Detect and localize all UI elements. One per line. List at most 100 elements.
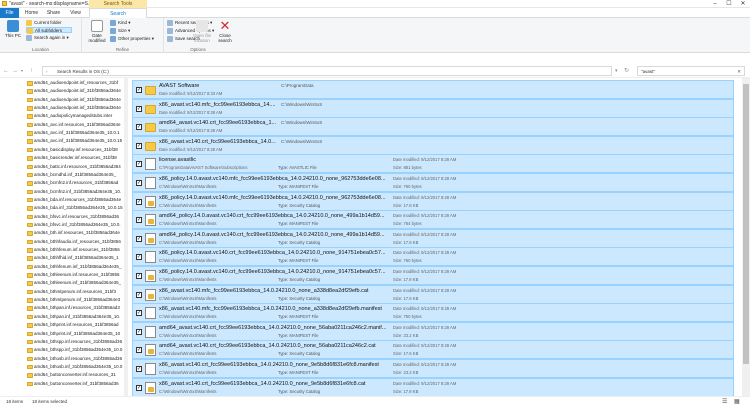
nav-folder-item[interactable]: amd64_bthspp.inf.resources_31bf3856ad36 bbox=[26, 338, 124, 346]
nav-folder-item[interactable]: amd64_bfsvc.inf.resources_31bf3856ad36 bbox=[26, 213, 124, 221]
nav-folder-item[interactable]: amd64_bthmtpenum.inf_31bf3856ad364e3 bbox=[26, 296, 124, 304]
close-search-button[interactable]: ✕ Close search bbox=[214, 19, 236, 44]
nav-folder-item[interactable]: amd64_bthpan.inf.resources_31bf3856ad3 bbox=[26, 304, 124, 312]
nav-folder-item[interactable]: amd64_bth.inf.resources_31bf3856ad364e bbox=[26, 229, 124, 237]
nav-folder-item[interactable]: amd64_avc.inf_31bf3856ad364e35_10.0.15 bbox=[26, 137, 124, 145]
result-row[interactable]: ✓ x86_avast.vc140.mfc_fcc99ee6193ebbca_14… bbox=[132, 98, 734, 118]
nav-folder-item[interactable]: amd64_basicrender.inf.resources_31bf38 bbox=[26, 154, 124, 162]
address-dropdown-icon[interactable]: ▾ bbox=[615, 67, 618, 75]
nav-folder-item[interactable]: amd64_bthusb.inf_31bf3856ad364e35_10.0 bbox=[26, 363, 124, 371]
up-icon[interactable]: ↑ bbox=[30, 67, 33, 75]
result-row[interactable]: ✓ x86_policy.14.0.avast.vc140.crt_fcc99ee… bbox=[132, 247, 734, 267]
row-checkbox[interactable]: ✓ bbox=[136, 366, 142, 372]
result-name: x86_avast.vc140.crt_fcc99ee6193ebbca_14.… bbox=[159, 380, 366, 387]
row-checkbox[interactable]: ✓ bbox=[136, 291, 142, 298]
nav-folder-item[interactable]: amd64_bcmfn2.inf_31bf3856ad364e35_10. bbox=[26, 188, 124, 196]
nav-folder-item[interactable]: amd64_bthpan.inf_31bf3856ad364e35_10. bbox=[26, 313, 124, 321]
results-scrollbar-thumb[interactable] bbox=[743, 84, 749, 364]
result-row[interactable]: ✓ x86_policy.14.0.avast.vc140.mfc_fcc99ee… bbox=[132, 191, 734, 211]
row-checkbox[interactable]: ✓ bbox=[136, 310, 142, 317]
nav-folder-item[interactable]: amd64_buttonconverter.inf_31bf3856ad36 bbox=[26, 380, 124, 388]
maximize-button[interactable]: ☐ bbox=[722, 0, 736, 8]
search-input[interactable]: "avast" ✕ bbox=[637, 66, 745, 76]
open-file-location-button[interactable]: Open file location bbox=[190, 20, 214, 44]
nav-folder-item[interactable]: amd64_bthhfenum.inf_31bf3856ad364e35_ bbox=[26, 263, 124, 271]
nav-folder-item[interactable]: amd64_bthhfenum.inf.resources_31bf3856 bbox=[26, 246, 124, 254]
row-checkbox[interactable]: ✓ bbox=[136, 384, 142, 391]
row-checkbox[interactable]: ✓ bbox=[136, 87, 142, 93]
tab-share[interactable]: Share bbox=[44, 8, 63, 18]
size-dropdown[interactable]: Size ▾ bbox=[110, 28, 130, 34]
nav-folder-item[interactable]: amd64_avc.inf.resources_31bf3856ad364e bbox=[26, 121, 124, 129]
result-row[interactable]: ✓ x86_policy.14.0.avast.vc140.mfc_fcc99ee… bbox=[132, 173, 734, 192]
nav-folder-item[interactable]: amd64_audioendpoint.inf_31bf3856ad364e bbox=[26, 87, 124, 95]
refresh-icon[interactable]: ↻ bbox=[624, 67, 629, 75]
row-checkbox[interactable]: ✓ bbox=[136, 328, 142, 335]
nav-folder-item[interactable]: amd64_bthhfhid.inf_31bf3856ad364e35_1 bbox=[26, 254, 124, 262]
clear-search-icon[interactable]: ✕ bbox=[737, 67, 741, 76]
minimize-button[interactable]: – bbox=[708, 0, 722, 8]
result-row[interactable]: ✓ amd64_avast.vc140.crt_fcc99ee6193ebbca_… bbox=[132, 117, 734, 137]
date-modified-dropdown[interactable]: Date modified bbox=[86, 20, 108, 44]
result-row[interactable]: ✓ amd64_avast.vc140.crt_fcc99ee6193ebbca_… bbox=[132, 340, 734, 360]
row-checkbox[interactable]: ✓ bbox=[136, 347, 142, 354]
nav-folder-item[interactable]: amd64_bthhfaudio.inf_resources_31bf3856 bbox=[26, 238, 124, 246]
tab-file[interactable]: File bbox=[0, 8, 19, 18]
forward-icon[interactable]: → bbox=[12, 67, 18, 75]
nav-folder-item[interactable]: amd64_bfsvc.inf_31bf3856ad364e35_10.0. bbox=[26, 221, 124, 229]
result-row[interactable]: ✓ x86_avast.vc140.mfc_fcc99ee6193ebbca_14… bbox=[132, 284, 734, 304]
row-checkbox[interactable]: ✓ bbox=[136, 105, 142, 112]
address-bar[interactable]: › Search Results in OS (C:) bbox=[42, 66, 612, 76]
result-name: license.avastlic bbox=[159, 157, 196, 164]
nav-folder-item[interactable]: amd64_buttonconverter.inf.resources_31 bbox=[26, 371, 124, 379]
nav-folder-item[interactable]: amd64_audioendpoint.inf_31bf3856ad364e bbox=[26, 104, 124, 112]
nav-folder-item[interactable]: amd64_bcmdhd.inf_31bf3856ad364e35_ bbox=[26, 171, 124, 179]
result-row[interactable]: ✓ amd64_avast.vc140.crt_fcc99ee6193ebbca_… bbox=[132, 321, 734, 341]
result-row[interactable]: ✓ amd64_policy.14.0.avast.vc140.crt_fcc99… bbox=[132, 210, 734, 230]
nav-folder-item[interactable]: amd64_battc.inf.resources_31bf3856ad364 bbox=[26, 163, 124, 171]
back-icon[interactable]: ← bbox=[3, 67, 9, 75]
all-subfolders-button[interactable]: All subfolders bbox=[26, 27, 72, 34]
search-again-dropdown[interactable]: Search again in ▾ bbox=[26, 35, 69, 41]
result-row[interactable]: ✓ x86_avast.vc140.crt_fcc99ee6193ebbca_14… bbox=[132, 135, 734, 155]
close-button[interactable]: ✕ bbox=[736, 0, 750, 8]
this-pc-button[interactable]: This PC bbox=[2, 20, 24, 44]
row-checkbox[interactable]: ✓ bbox=[136, 142, 142, 149]
nav-folder-item[interactable]: amd64_bda.inf.resources_31bf3856ad364e bbox=[26, 196, 124, 204]
nav-folder-item[interactable]: amd64_bthprint.inf_31bf3856ad364e35_10 bbox=[26, 330, 124, 338]
nav-folder-item[interactable]: amd64_bthspp.inf_31bf3856ad364e35_10.0 bbox=[26, 346, 124, 354]
row-checkbox[interactable]: ✓ bbox=[136, 235, 142, 242]
row-checkbox[interactable]: ✓ bbox=[136, 254, 142, 261]
current-folder-button[interactable]: Current folder bbox=[26, 20, 62, 26]
nav-folder-item[interactable]: amd64_bthleenum.inf.resources_31bf3856 bbox=[26, 271, 124, 279]
nav-folder-item[interactable]: amd64_bthprint.inf.resources_31bf3856ad bbox=[26, 321, 124, 329]
result-row[interactable]: ✓ license.avastlic C:\ProgramData\AVAST So… bbox=[132, 154, 734, 174]
result-row[interactable]: ✓ x86_avast.vc140.crt_fcc99ee6193ebbca_14… bbox=[132, 377, 734, 396]
result-row[interactable]: ✓ x86_avast.vc140.crt_fcc99ee6193ebbca_14… bbox=[132, 359, 734, 378]
tab-home[interactable]: Home bbox=[22, 8, 41, 18]
tab-view[interactable]: View bbox=[66, 8, 85, 18]
row-checkbox[interactable]: ✓ bbox=[136, 180, 142, 186]
row-checkbox[interactable]: ✓ bbox=[136, 124, 142, 131]
nav-folder-item[interactable]: amd64_basicdisplay.inf.resources_31bf38 bbox=[26, 146, 124, 154]
nav-folder-item[interactable]: amd64_audioendpoint.inf_31bf3856ad364e bbox=[26, 96, 124, 104]
kind-dropdown[interactable]: Kind ▾ bbox=[110, 20, 131, 26]
nav-folder-item[interactable]: amd64_audiopolicymanagedstubs.inter bbox=[26, 112, 124, 120]
result-row[interactable]: ✓ x86_policy.14.0.avast.vc140.crt_fcc99ee… bbox=[132, 266, 734, 285]
row-checkbox[interactable]: ✓ bbox=[136, 217, 142, 224]
nav-folder-item[interactable]: amd64_bthmtpenum.inf.resources_31bf3 bbox=[26, 288, 124, 296]
nav-folder-item[interactable]: amd64_avc.inf_31bf3856ad364e35_10.0.1 bbox=[26, 129, 124, 137]
nav-folder-item[interactable]: amd64_bda.inf_31bf3856ad364e35_10.0.15 bbox=[26, 204, 124, 212]
nav-folder-item[interactable]: amd64_bcmfn2.inf.resources_31bf3856ad bbox=[26, 179, 124, 187]
result-row[interactable]: ✓ x86_avast.vc140.mfc_fcc99ee6193ebbca_14… bbox=[132, 303, 734, 323]
recent-locations-icon[interactable]: ▾ bbox=[21, 67, 23, 75]
row-checkbox[interactable]: ✓ bbox=[136, 273, 142, 279]
nav-folder-item[interactable]: amd64_bthleenum.inf_31bf3856ad364e35_ bbox=[26, 279, 124, 287]
result-row[interactable]: ✓ AVAST Software Date modified: 9/12/2017 … bbox=[132, 80, 734, 99]
row-checkbox[interactable]: ✓ bbox=[136, 198, 142, 205]
nav-folder-item[interactable]: amd64_audioendpoint.inf_resources_31bf bbox=[26, 79, 124, 87]
other-properties-dropdown[interactable]: Other properties ▾ bbox=[110, 36, 154, 42]
row-checkbox[interactable]: ✓ bbox=[136, 161, 142, 168]
result-row[interactable]: ✓ amd64_policy.14.0.avast.vc140.crt_fcc99… bbox=[132, 228, 734, 248]
nav-folder-item[interactable]: amd64_bthusb.inf.resources_31bf3856ad36 bbox=[26, 355, 124, 363]
